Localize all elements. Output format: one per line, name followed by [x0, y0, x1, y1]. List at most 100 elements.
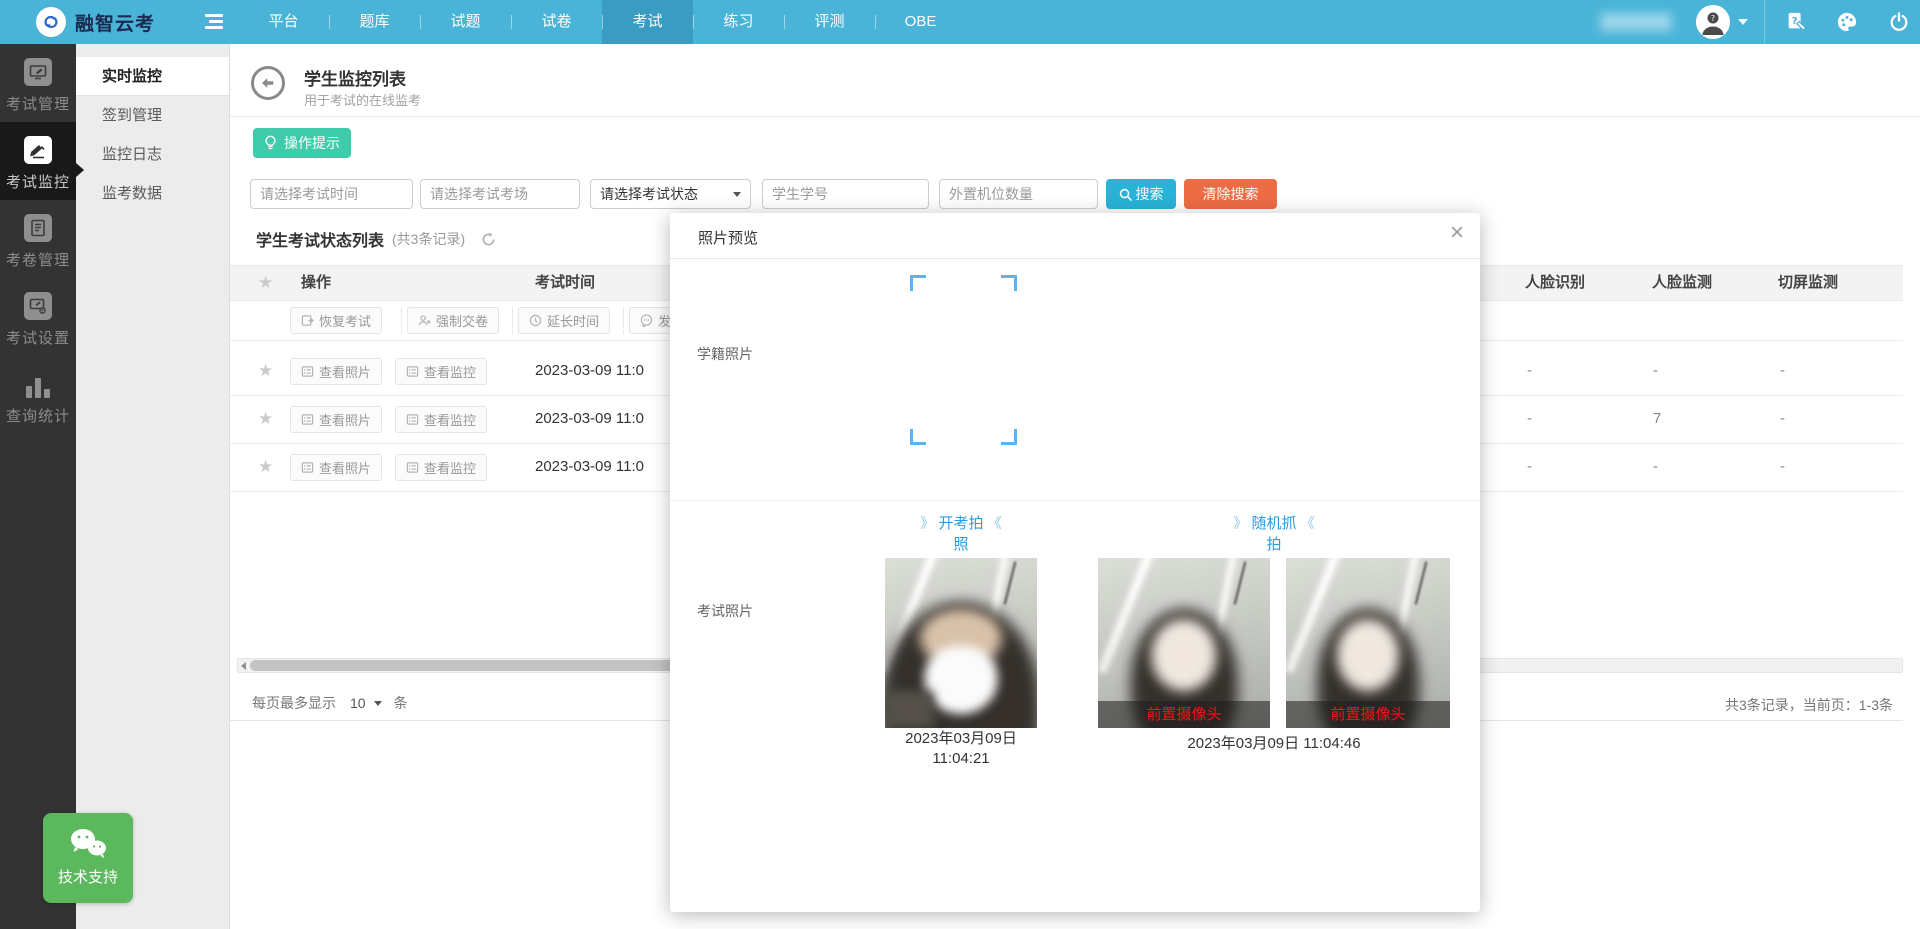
nav-questions[interactable]: 试题 [420, 0, 511, 44]
force-submit-button[interactable]: 强制交卷 [407, 307, 499, 334]
extend-time-button[interactable]: 延长时间 [518, 307, 610, 334]
star-column-header: ★ [258, 266, 273, 300]
random-capture-photo[interactable]: 前置摄像头 [1098, 558, 1270, 728]
page-title: 学生监控列表 [304, 65, 406, 90]
sidebar-item-paper-management[interactable]: 考卷管理 [0, 200, 76, 278]
student-id-input[interactable] [762, 179, 929, 209]
face-recognition-cell: - [1527, 458, 1532, 475]
clear-search-button[interactable]: 清除搜索 [1184, 179, 1277, 209]
exam-time-cell: 2023-03-09 11:0 [535, 362, 644, 379]
exam-monitoring-icon [24, 136, 52, 164]
exam-start-photo-tab[interactable]: 》 开考拍 《 照 [886, 513, 1036, 555]
screen-switch-cell: - [1780, 458, 1785, 475]
pagination-summary: 共3条记录，当前页：1-3条 [1725, 695, 1893, 715]
power-icon[interactable] [1888, 11, 1910, 33]
operation-tips-button[interactable]: 操作提示 [253, 128, 351, 158]
view-photos-icon [301, 461, 314, 474]
table-title: 学生考试状态列表 [256, 227, 384, 251]
sidebar: 考试管理 考试监控 考卷管理 考试设置 查询统计 [0, 44, 76, 929]
random-capture-timestamp: 2023年03月09日 11:04:46 [1098, 734, 1450, 754]
table-record-count: (共3条记录) [392, 229, 465, 249]
extend-time-icon [529, 314, 542, 327]
random-capture-photo[interactable]: 前置摄像头 [1286, 558, 1450, 728]
sidebar-item-exam-settings[interactable]: 考试设置 [0, 278, 76, 356]
submenu-item-checkin-management[interactable]: 签到管理 [76, 96, 229, 135]
external-camera-count-input[interactable] [939, 179, 1098, 209]
star-icon[interactable]: ★ [258, 457, 273, 477]
photo-preview-modal: 照片预览 × 学籍照片 考试照片 》 开考拍 《 照 》 随机抓 《 拍 [670, 213, 1480, 912]
page-size-select[interactable]: 10 [344, 693, 386, 713]
page-size-suffix: 条 [394, 693, 408, 713]
sidebar-item-statistics[interactable]: 查询统计 [0, 356, 76, 434]
sidebar-item-exam-management[interactable]: 考试管理 [0, 44, 76, 122]
exam-photos-label: 考试照片 [697, 601, 753, 621]
face-recognition-cell: - [1527, 362, 1532, 379]
svg-text:?: ? [1711, 14, 1715, 23]
column-exam-time: 考试时间 [535, 266, 595, 300]
submenu-item-proctor-data[interactable]: 监考数据 [76, 174, 229, 213]
viewfinder-corner-icon [1001, 429, 1017, 445]
face-detection-cell: - [1653, 458, 1658, 475]
help-icon[interactable]: ? [1785, 11, 1807, 33]
submenu-item-monitor-logs[interactable]: 监控日志 [76, 135, 229, 174]
viewfinder-corner-icon [1001, 275, 1017, 291]
user-menu[interactable]: ? [1696, 0, 1748, 44]
exam-start-photo-timestamp: 2023年03月09日 11:04:21 [885, 729, 1037, 769]
nav-papers[interactable]: 试卷 [511, 0, 602, 44]
refresh-icon[interactable] [481, 232, 496, 247]
topbar-divider [1764, 0, 1765, 44]
view-monitor-icon [406, 365, 419, 378]
submenu-item-realtime-monitoring[interactable]: 实时监控 [76, 57, 229, 96]
modal-header: 照片预览 × [670, 213, 1480, 259]
sidebar-item-exam-monitoring[interactable]: 考试监控 [0, 122, 76, 200]
exam-time-cell: 2023-03-09 11:0 [535, 410, 644, 427]
nav-question-bank[interactable]: 题库 [329, 0, 420, 44]
active-item-arrow [76, 163, 84, 177]
front-camera-badge: 前置摄像头 [1286, 701, 1450, 728]
app-logo[interactable]: 融智云考 [36, 0, 155, 44]
search-icon [1119, 188, 1132, 201]
exam-start-photo[interactable] [885, 558, 1037, 728]
nav-practice[interactable]: 练习 [693, 0, 784, 44]
menu-toggle-icon[interactable] [205, 14, 223, 30]
resume-exam-button[interactable]: 恢复考试 [290, 307, 382, 334]
palette-icon[interactable] [1836, 11, 1858, 33]
exam-status-select[interactable]: 请选择考试状态 [590, 179, 751, 209]
view-monitor-button[interactable]: 查看监控 [395, 406, 487, 433]
view-monitor-button[interactable]: 查看监控 [395, 358, 487, 385]
lightbulb-icon [264, 135, 277, 151]
viewfinder-corner-icon [910, 275, 926, 291]
bar-chart-icon [24, 370, 52, 398]
view-photos-button[interactable]: 查看照片 [290, 358, 382, 385]
star-icon[interactable]: ★ [258, 409, 273, 429]
view-photos-button[interactable]: 查看照片 [290, 406, 382, 433]
nav-exam[interactable]: 考试 [602, 0, 693, 44]
username-redacted [1600, 13, 1672, 31]
back-button[interactable] [251, 66, 285, 100]
tech-support-button[interactable]: 技术支持 [43, 813, 133, 903]
view-monitor-icon [406, 461, 419, 474]
topbar: 融智云考 平台 题库 试题 试卷 考试 练习 评测 OBE ? ? [0, 0, 1920, 44]
nav-evaluation[interactable]: 评测 [784, 0, 875, 44]
view-monitor-button[interactable]: 查看监控 [395, 454, 487, 481]
face-recognition-cell: - [1527, 410, 1532, 427]
send-message-icon [640, 314, 653, 327]
random-capture-tab[interactable]: 》 随机抓 《 拍 [1099, 513, 1449, 555]
exam-time-cell: 2023-03-09 11:0 [535, 458, 644, 475]
nav-obe[interactable]: OBE [875, 0, 966, 44]
search-button[interactable]: 搜索 [1106, 179, 1176, 209]
star-icon[interactable]: ★ [258, 361, 273, 381]
screen-switch-cell: - [1780, 410, 1785, 427]
top-navigation: 平台 题库 试题 试卷 考试 练习 评测 OBE [238, 0, 966, 44]
column-action: 操作 [301, 266, 331, 300]
column-face-recognition: 人脸识别 [1525, 266, 1585, 300]
page-size-prefix: 每页最多显示 [252, 693, 336, 713]
screen: 融智云考 平台 题库 试题 试卷 考试 练习 评测 OBE ? ? [0, 0, 1920, 929]
view-photos-button[interactable]: 查看照片 [290, 454, 382, 481]
exam-time-input[interactable] [250, 179, 413, 209]
scroll-left-arrow-icon[interactable] [241, 662, 246, 670]
select-caret-icon [733, 192, 741, 197]
nav-platform[interactable]: 平台 [238, 0, 329, 44]
exam-room-input[interactable] [420, 179, 580, 209]
close-icon[interactable]: × [1450, 221, 1464, 245]
